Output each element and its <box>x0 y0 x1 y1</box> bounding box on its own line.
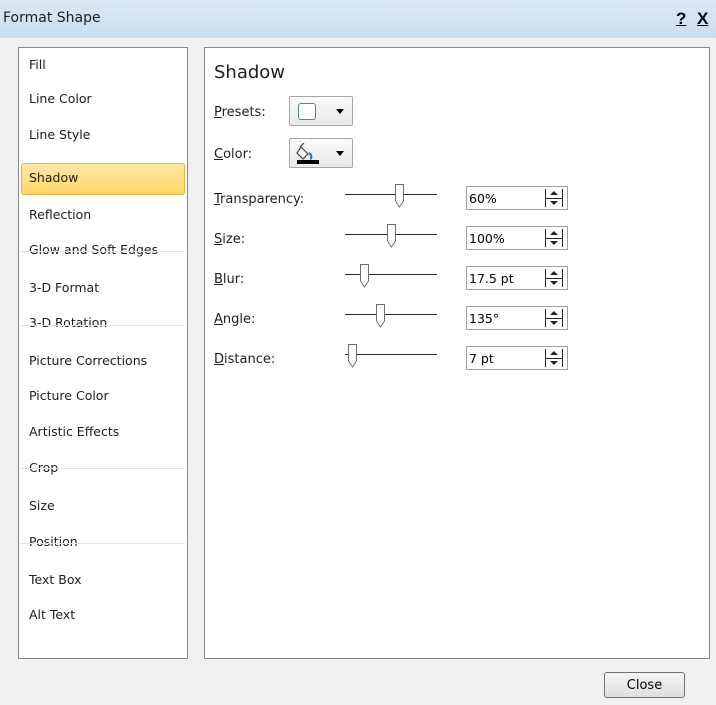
nav-item-3-d-format[interactable]: 3-D Format <box>20 273 186 305</box>
angle-field[interactable] <box>469 309 539 327</box>
spin-up-button[interactable] <box>546 309 562 317</box>
spin-down-button[interactable] <box>546 239 562 247</box>
transparency-field[interactable] <box>469 189 539 207</box>
nav-item-shadow[interactable]: Shadow <box>21 163 185 195</box>
presets-label-key: P <box>214 105 222 120</box>
shadow-panel: Shadow Presets: Color: Transparency: Size… <box>204 47 710 659</box>
spin-buttons <box>543 189 565 207</box>
spin-down-button[interactable] <box>546 359 562 367</box>
help-button[interactable]: ? <box>676 9 686 29</box>
nav-separator <box>21 468 185 469</box>
spin-buttons <box>543 309 565 327</box>
nav-item-3-d-rotation[interactable]: 3-D Rotation <box>20 308 186 340</box>
close-button[interactable]: Close <box>604 672 685 698</box>
slider-track <box>345 354 437 355</box>
slider-thumb[interactable] <box>387 224 396 248</box>
transparency-label: Transparency: <box>214 192 304 207</box>
slider-thumb[interactable] <box>348 344 357 368</box>
nav-item-picture-corrections[interactable]: Picture Corrections <box>20 346 186 378</box>
nav-item-artistic-effects[interactable]: Artistic Effects <box>20 417 186 449</box>
distance-label-key: D <box>214 352 225 367</box>
distance-slider[interactable] <box>345 342 437 368</box>
nav-item-picture-color[interactable]: Picture Color <box>20 381 186 413</box>
presets-label: Presets: <box>214 105 266 120</box>
spin-down-button[interactable] <box>546 199 562 207</box>
slider-thumb[interactable] <box>376 304 385 328</box>
distance-label: Distance: <box>214 352 275 367</box>
spin-up-button[interactable] <box>546 229 562 237</box>
nav-separator <box>21 251 185 252</box>
angle-spinner <box>466 306 568 330</box>
distance-label-rest: istance: <box>224 352 276 367</box>
color-label: Color: <box>214 147 252 162</box>
blur-field[interactable] <box>469 269 539 287</box>
blur-slider[interactable] <box>345 262 437 288</box>
slider-track <box>345 274 437 275</box>
nav-separator <box>21 543 185 544</box>
spin-up-button[interactable] <box>546 189 562 197</box>
nav-item-reflection[interactable]: Reflection <box>20 200 186 232</box>
presets-dropdown[interactable] <box>289 96 353 126</box>
spin-buttons <box>543 269 565 287</box>
spin-down-button[interactable] <box>546 279 562 287</box>
dropdown-arrow-icon <box>336 109 344 114</box>
transparency-label-rest: ransparency: <box>220 192 305 207</box>
color-label-rest: olor: <box>223 147 253 162</box>
nav-item-line-style[interactable]: Line Style <box>20 120 186 152</box>
panel-title: Shadow <box>214 62 286 83</box>
distance-spinner <box>466 346 568 370</box>
dropdown-arrow-icon <box>336 151 344 156</box>
blur-label: Blur: <box>214 272 244 287</box>
angle-slider[interactable] <box>345 302 437 328</box>
spin-up-button[interactable] <box>546 349 562 357</box>
color-dropdown[interactable] <box>289 138 353 168</box>
title-bar: Format Shape ? X <box>0 0 716 38</box>
angle-label-rest: ngle: <box>222 312 256 327</box>
nav-item-fill[interactable]: Fill <box>20 50 186 82</box>
angle-label-key: A <box>214 312 223 327</box>
nav-item-line-color[interactable]: Line Color <box>20 84 186 116</box>
nav-item-alt-text[interactable]: Alt Text <box>20 600 186 632</box>
nav-item-size[interactable]: Size <box>20 491 186 523</box>
nav-separator <box>21 325 185 326</box>
paint-bucket-icon <box>296 143 319 164</box>
spin-buttons <box>543 349 565 367</box>
blur-label-rest: lur: <box>222 272 245 287</box>
slider-thumb[interactable] <box>360 264 369 288</box>
size-label: Size: <box>214 232 245 247</box>
presets-label-rest: resets: <box>221 105 266 120</box>
color-label-key: C <box>214 147 224 162</box>
transparency-slider[interactable] <box>345 182 437 208</box>
category-list: Fill Line Color Line Style Shadow Reflection… <box>18 47 188 659</box>
nav-item-text-box[interactable]: Text Box <box>20 565 186 597</box>
size-slider[interactable] <box>345 222 437 248</box>
angle-label: Angle: <box>214 312 255 327</box>
distance-field[interactable] <box>469 349 539 367</box>
size-spinner <box>466 226 568 250</box>
size-field[interactable] <box>469 229 539 247</box>
blur-label-key: B <box>214 272 223 287</box>
size-label-rest: ize: <box>222 232 246 247</box>
spin-up-button[interactable] <box>546 269 562 277</box>
nav-item-crop[interactable]: Crop <box>20 453 186 485</box>
spin-down-button[interactable] <box>546 319 562 327</box>
slider-track <box>345 194 437 195</box>
shadow-preset-swatch-icon <box>298 103 316 120</box>
slider-thumb[interactable] <box>395 184 404 208</box>
blur-spinner <box>466 266 568 290</box>
window-title: Format Shape <box>3 10 101 26</box>
slider-track <box>345 314 437 315</box>
transparency-spinner <box>466 186 568 210</box>
close-window-button[interactable]: X <box>697 9 708 29</box>
spin-buttons <box>543 229 565 247</box>
